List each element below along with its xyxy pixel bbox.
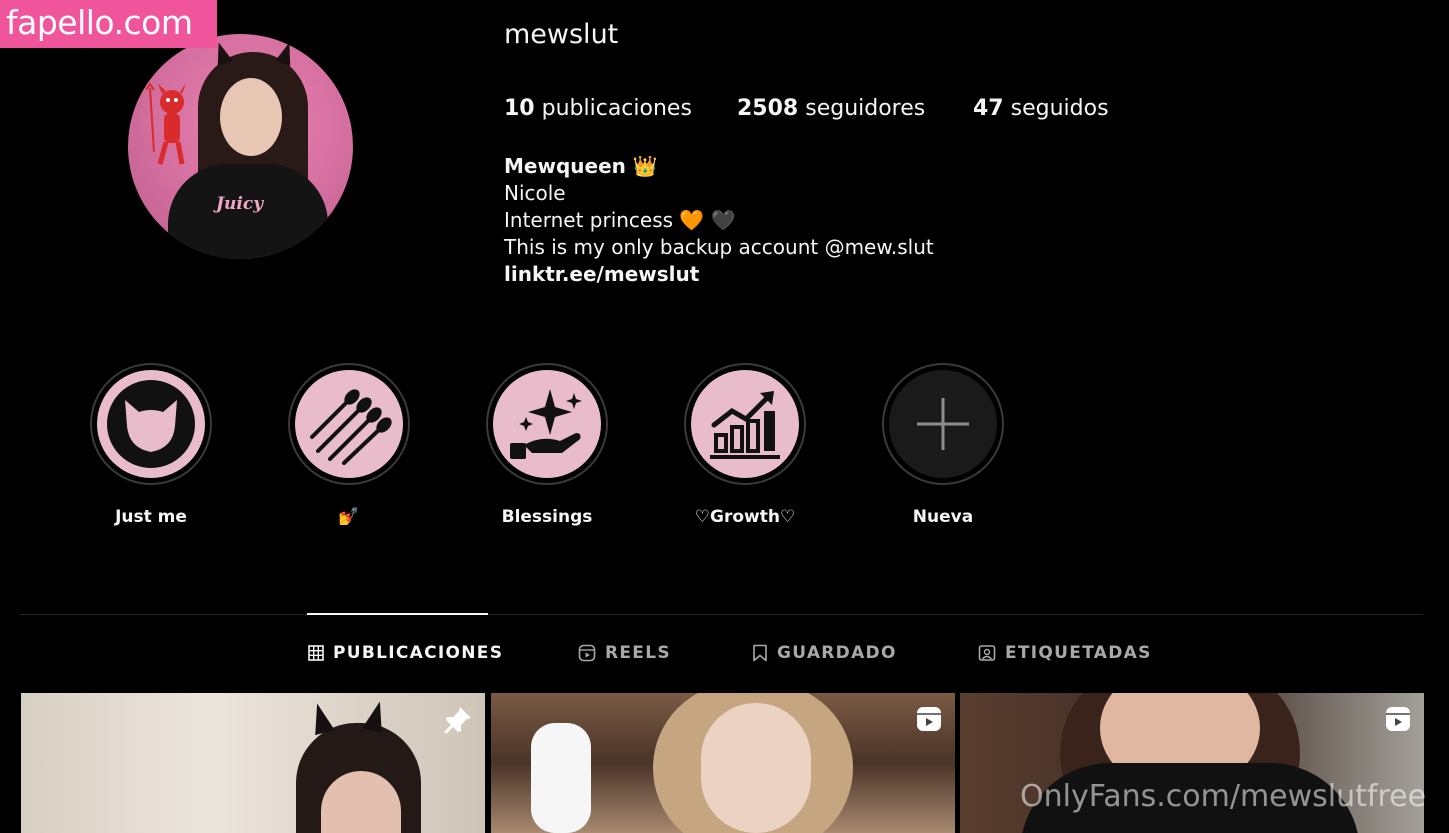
avatar-face: [220, 78, 282, 156]
tab-guardado[interactable]: GUARDADO: [752, 643, 897, 663]
onlyfans-watermark: OnlyFans.com/mewslutfree: [1020, 779, 1427, 814]
pin-icon: [443, 707, 471, 735]
nails-icon: [310, 389, 392, 465]
plus-icon: [917, 398, 969, 450]
highlight-label: 💅: [338, 507, 360, 527]
bookmark-icon: [753, 644, 767, 662]
tab-reels[interactable]: REELS: [578, 643, 671, 663]
reels-icon: [578, 644, 596, 662]
highlight-cover: [691, 370, 799, 478]
reel-icon: [917, 707, 941, 731]
posts-label: publicaciones: [541, 96, 692, 121]
post-thumbnail[interactable]: [491, 693, 955, 833]
profile-username: mewslut: [504, 19, 619, 50]
highlight-ring: [882, 363, 1004, 485]
highlight-just-me[interactable]: Just me: [88, 363, 214, 527]
highlight-ring: [90, 363, 212, 485]
posts-count: 10: [504, 96, 535, 121]
tagged-icon: [978, 645, 996, 661]
bio-link[interactable]: linktr.ee/mewslut: [504, 262, 699, 286]
post-horn-left: [307, 700, 335, 736]
highlight-ring: [288, 363, 410, 485]
reel-icon: [1386, 707, 1410, 731]
highlight-cover: [295, 370, 403, 478]
highlight-new[interactable]: Nueva: [880, 363, 1006, 527]
followers-label: seguidores: [805, 96, 926, 121]
devil-sticker-icon: [146, 82, 186, 165]
following-count: 47: [973, 96, 1004, 121]
highlight-label: Just me: [115, 507, 187, 527]
tab-label: GUARDADO: [777, 643, 897, 663]
bio-line-name: Nicole: [504, 181, 566, 205]
profile-avatar[interactable]: Juicy: [128, 34, 353, 259]
post-glove: [531, 723, 591, 833]
post-face: [701, 703, 811, 833]
cat-head-icon: [107, 380, 195, 468]
highlight-cover: [493, 370, 601, 478]
growth-chart-icon: [710, 391, 780, 459]
tab-label: ETIQUETADAS: [1005, 643, 1152, 663]
tab-etiquetadas[interactable]: ETIQUETADAS: [978, 643, 1152, 663]
highlight-ring: [486, 363, 608, 485]
bio-line-backup: This is my only backup account @mew.slut: [504, 235, 934, 259]
avatar-shirt-text: Juicy: [216, 194, 264, 214]
followers-stat[interactable]: 2508 seguidores: [737, 96, 925, 121]
grid-icon: [308, 645, 324, 661]
active-tab-indicator: [307, 613, 488, 615]
hand-sparkles-icon: [510, 389, 582, 459]
bio-display-name: Mewqueen 👑: [504, 154, 658, 178]
avatar-horn-right: [274, 40, 298, 66]
following-stat[interactable]: 47 seguidos: [973, 96, 1109, 121]
tab-publicaciones[interactable]: PUBLICACIONES: [308, 643, 503, 663]
posts-stat: 10 publicaciones: [504, 96, 692, 121]
highlight-label: Nueva: [912, 507, 974, 527]
site-watermark: fapello.com: [0, 0, 217, 48]
post-thumbnail[interactable]: [21, 693, 485, 833]
highlight-ring: [684, 363, 806, 485]
highlight-cover: [97, 370, 205, 478]
bio-line-tagline: Internet princess 🧡 🖤: [504, 208, 736, 232]
tab-label: PUBLICACIONES: [333, 643, 504, 663]
highlight-label: ♡Growth♡: [694, 507, 796, 527]
tabs-divider: [19, 614, 1423, 615]
highlight-label: Blessings: [501, 507, 593, 527]
tab-label: REELS: [605, 643, 671, 663]
followers-count: 2508: [737, 96, 799, 121]
highlight-growth[interactable]: ♡Growth♡: [682, 363, 808, 527]
highlight-cover: [889, 370, 997, 478]
following-label: seguidos: [1010, 96, 1109, 121]
highlight-blessings[interactable]: Blessings: [484, 363, 610, 527]
highlight-nails[interactable]: 💅: [286, 363, 412, 527]
